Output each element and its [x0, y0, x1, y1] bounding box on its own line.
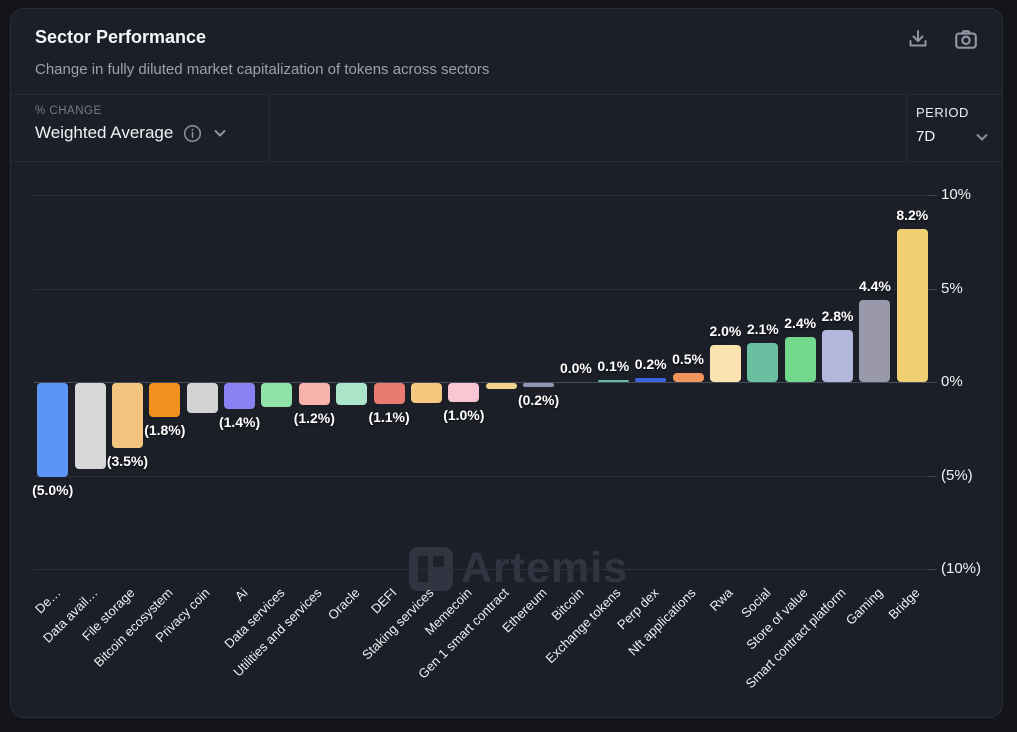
period-label: PERIOD	[916, 105, 1004, 120]
gridline	[34, 476, 931, 477]
change-metric-control: % CHANGE Weighted Average	[35, 105, 228, 143]
period-dropdown[interactable]: 7D	[916, 128, 1004, 145]
gridline	[34, 289, 931, 290]
bar-rwa[interactable]	[710, 345, 741, 382]
download-button[interactable]	[904, 25, 932, 53]
info-icon[interactable]	[183, 124, 202, 143]
y-axis-tick	[928, 195, 937, 196]
bar-value-label: (5.0%)	[11, 482, 95, 498]
bar-nft-applications[interactable]	[673, 373, 704, 382]
bar-value-label: (1.8%)	[123, 422, 207, 438]
page-title: Sector Performance	[35, 27, 206, 48]
camera-icon	[953, 26, 979, 52]
bar-ai[interactable]	[224, 383, 255, 409]
y-axis-label: 5%	[941, 280, 963, 297]
bar-staking-services[interactable]	[411, 383, 442, 403]
screenshot-button[interactable]	[952, 25, 980, 53]
change-metric-label: % CHANGE	[35, 105, 228, 117]
bar-defi[interactable]	[374, 383, 405, 404]
bar-value-label: (1.1%)	[347, 409, 431, 425]
bar-data-services[interactable]	[261, 383, 292, 407]
y-axis-label: (5%)	[941, 467, 973, 484]
bar-exchange-tokens[interactable]	[598, 380, 629, 382]
bar-value-label: (0.2%)	[497, 392, 581, 408]
sector-performance-card: Sector Performance Change in fully dilut…	[10, 8, 1003, 718]
header-divider	[11, 94, 1002, 95]
bar-oracle[interactable]	[336, 383, 367, 405]
bar-value-label: (1.4%)	[198, 414, 282, 430]
bar-bridge[interactable]	[897, 229, 928, 382]
change-metric-value: Weighted Average	[35, 123, 173, 143]
bar-perp-dex[interactable]	[635, 378, 666, 382]
change-metric-dropdown[interactable]: Weighted Average	[35, 123, 228, 143]
bar-store-of-value[interactable]	[785, 337, 816, 382]
y-axis-tick	[928, 476, 937, 477]
controls-divider-right	[906, 95, 907, 161]
bar-privacy-coin[interactable]	[187, 383, 218, 413]
y-axis-tick	[928, 289, 937, 290]
bar-memecoin[interactable]	[448, 383, 479, 402]
bar-gaming[interactable]	[859, 300, 890, 382]
bar-social[interactable]	[747, 343, 778, 382]
controls-divider-left	[269, 95, 270, 161]
bar-file-storage[interactable]	[112, 383, 143, 448]
page-subtitle: Change in fully diluted market capitaliz…	[35, 61, 489, 78]
download-icon	[906, 27, 930, 51]
bar-gen-1-smart-contract[interactable]	[486, 383, 517, 389]
bar-value-label: 8.2%	[870, 207, 954, 223]
chevron-down-icon	[212, 125, 228, 141]
y-axis-tick	[928, 569, 937, 570]
chevron-down-icon	[974, 129, 990, 145]
y-axis-tick	[928, 382, 937, 383]
bar-utilities-and-services[interactable]	[299, 383, 330, 405]
y-axis-label: 0%	[941, 373, 963, 390]
bar-ethereum[interactable]	[523, 383, 554, 387]
bar-smart-contract-platform[interactable]	[822, 330, 853, 382]
bar-value-label: (3.5%)	[85, 453, 169, 469]
y-axis-label: 10%	[941, 186, 971, 203]
gridline	[34, 569, 931, 570]
bar-value-label: (1.0%)	[422, 407, 506, 423]
card-header: Sector Performance Change in fully dilut…	[11, 9, 1002, 94]
bar-bitcoin-ecosystem[interactable]	[149, 383, 180, 417]
sector-performance-bar-chart: Artemis 10%5%0%(5%)(10%)(5.0%)De…Data av…	[11, 161, 1004, 719]
bar-de-[interactable]	[37, 383, 68, 477]
bar-value-label: (1.2%)	[272, 410, 356, 426]
period-value: 7D	[916, 128, 935, 145]
gridline	[34, 195, 931, 196]
y-axis-label: (10%)	[941, 560, 981, 577]
period-control: PERIOD 7D	[916, 105, 1004, 145]
